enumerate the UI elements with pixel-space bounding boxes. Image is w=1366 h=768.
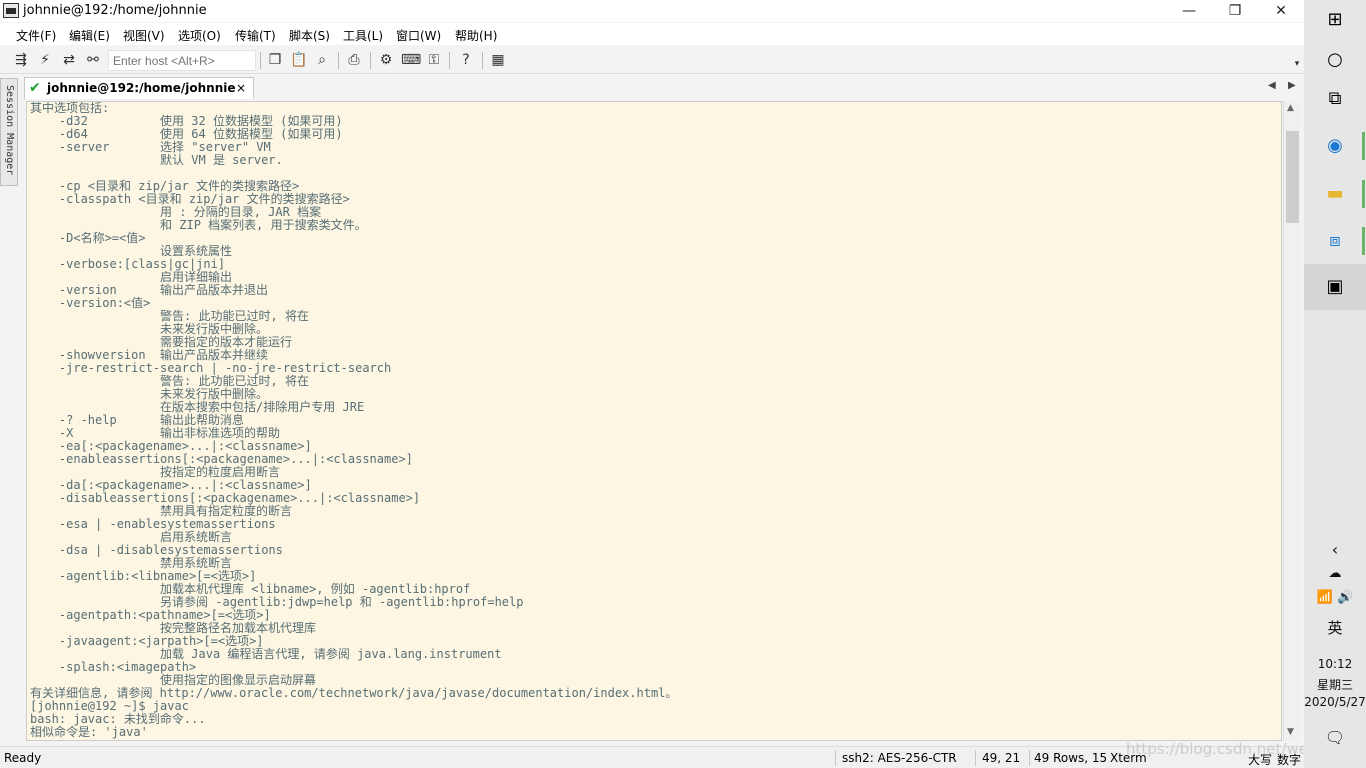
securecrt-taskbar-icon[interactable]: ▣ (1321, 273, 1349, 301)
tab-session[interactable]: ✔ johnnie@192:/home/johnnie × (24, 77, 254, 99)
minimize-button[interactable]: — (1166, 0, 1212, 22)
file-explorer-icon[interactable]: ▬ (1321, 180, 1349, 208)
onedrive-icon[interactable]: ☁ (1304, 566, 1366, 581)
paste-icon[interactable]: 📋 (290, 51, 308, 69)
scroll-down-icon[interactable]: ▼ (1287, 727, 1294, 737)
tray-expand-icon[interactable]: ‹ (1304, 540, 1366, 559)
connect-icon[interactable]: ⇶ (12, 51, 30, 69)
host-input[interactable] (108, 50, 256, 71)
status-divider (1029, 750, 1030, 766)
running-indicator (1362, 180, 1365, 208)
windows-taskbar: ⊞ ○ ⧉ ◉ ▬ ⧈ ▣ ‹ ☁ 📶 🔊 英 10:12 星期三 2020/5… (1304, 0, 1366, 768)
terminal-app-icon (3, 3, 19, 18)
status-divider (835, 750, 836, 766)
status-bar: Ready ssh2: AES-256-CTR 49, 21 49 Rows, … (0, 746, 1304, 768)
tab-close-icon[interactable]: × (236, 81, 246, 95)
status-ready: Ready (4, 751, 42, 765)
menu-edit[interactable]: 编辑(E) (69, 27, 110, 44)
status-divider (975, 750, 976, 766)
help-icon[interactable]: ? (457, 51, 475, 69)
copy-icon[interactable]: ❐ (266, 51, 284, 69)
title-bar: johnnie@192:/home/johnnie — ❐ ✕ (0, 0, 1304, 22)
toolbar-divider (449, 52, 450, 69)
status-size: 49 Rows, 15 (1034, 751, 1108, 765)
settings-icon[interactable]: ⚙ (377, 51, 395, 69)
toolbar: ⇶ ⚡ ⇄ ⚯ ❐ 📋 ⌕ ⎙ ⚙ ⌨ ⚿ ? ▦ ▾ (0, 47, 1304, 74)
running-indicator (1362, 132, 1365, 160)
menu-view[interactable]: 视图(V) (123, 27, 165, 44)
clock-weekday: 星期三 (1316, 678, 1353, 692)
sessions-icon[interactable]: ▦ (489, 51, 507, 69)
menu-window[interactable]: 窗口(W) (396, 27, 441, 44)
menu-tools[interactable]: 工具(L) (343, 27, 383, 44)
quick-connect-icon[interactable]: ⚡ (36, 51, 54, 69)
sftp-icon[interactable]: ⚿ (425, 51, 443, 69)
session-manager-label: Session Manager (4, 85, 15, 176)
tab-strip: ✔ johnnie@192:/home/johnnie × ◀ ▶ (22, 77, 1304, 99)
menu-options[interactable]: 选项(O) (178, 27, 221, 44)
terminal-text: 其中选项包括: -d32 使用 32 位数据模型 (如果可用) -d64 使用 … (30, 101, 678, 739)
toolbar-divider (370, 52, 371, 69)
menu-transfer[interactable]: 传输(T) (235, 27, 276, 44)
find-icon[interactable]: ⌕ (313, 51, 331, 69)
notification-icon[interactable]: 🗨 (1304, 728, 1366, 747)
tab-label: johnnie@192:/home/johnnie (47, 81, 236, 95)
ime-indicator[interactable]: 英 (1304, 617, 1366, 638)
terminal-scrollbar[interactable]: ▲ ▼ (1283, 101, 1300, 741)
session-manager-tab[interactable]: Session Manager (0, 78, 18, 186)
window-title: johnnie@192:/home/johnnie (23, 3, 207, 18)
running-indicator (1362, 227, 1365, 255)
menu-file[interactable]: 文件(F) (16, 27, 56, 44)
menu-script[interactable]: 脚本(S) (289, 27, 330, 44)
clock-time[interactable]: 10:12 (1304, 657, 1366, 671)
task-view-icon[interactable]: ⧉ (1321, 85, 1349, 113)
network-volume-icon[interactable]: 📶 🔊 (1304, 590, 1366, 605)
toolbar-divider (338, 52, 339, 69)
reconnect-icon[interactable]: ⇄ (60, 51, 78, 69)
status-cursor: 49, 21 (982, 751, 1021, 765)
disconnect-icon[interactable]: ⚯ (84, 51, 102, 69)
toolbar-divider (482, 52, 483, 69)
vmware-icon[interactable]: ⧈ (1321, 227, 1349, 255)
keymap-icon[interactable]: ⌨ (401, 51, 421, 69)
cortana-icon[interactable]: ○ (1321, 46, 1349, 74)
menu-help[interactable]: 帮助(H) (455, 27, 497, 44)
print-icon[interactable]: ⎙ (345, 51, 363, 69)
scroll-up-icon[interactable]: ▲ (1287, 103, 1294, 113)
scrollbar-thumb[interactable] (1286, 131, 1299, 223)
toolbar-divider (260, 52, 261, 69)
edge-icon[interactable]: ◉ (1321, 132, 1349, 160)
status-cipher: ssh2: AES-256-CTR (842, 751, 957, 765)
close-button[interactable]: ✕ (1258, 0, 1304, 22)
tab-scroll-right-icon[interactable]: ▶ (1288, 80, 1296, 91)
windows-start-icon[interactable]: ⊞ (1321, 6, 1349, 34)
connected-check-icon: ✔ (29, 80, 41, 96)
clock-date: 2020/5/27 (1304, 695, 1366, 709)
maximize-button[interactable]: ❐ (1212, 0, 1258, 22)
securecrt-window: johnnie@192:/home/johnnie — ❐ ✕ 文件(F) 编辑… (0, 0, 1357, 768)
menu-bar: 文件(F) 编辑(E) 视图(V) 选项(O) 传输(T) 脚本(S) 工具(L… (0, 23, 1304, 45)
terminal-output[interactable]: 其中选项包括: -d32 使用 32 位数据模型 (如果可用) -d64 使用 … (26, 101, 1282, 741)
tab-scroll-left-icon[interactable]: ◀ (1268, 80, 1276, 91)
